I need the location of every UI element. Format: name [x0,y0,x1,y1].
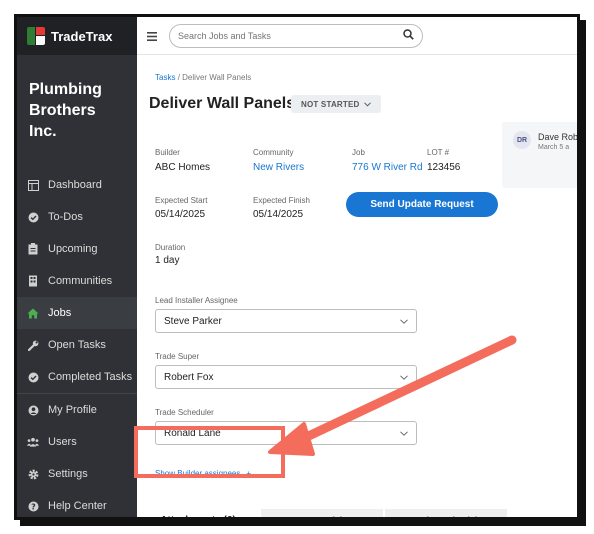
sidebar-item-label: Jobs [48,307,72,319]
sidebar-item-label: Upcoming [48,243,98,255]
sidebar-item-label: Settings [48,468,88,480]
svg-text:?: ? [31,502,36,511]
page-title: Deliver Wall Panels [149,95,296,112]
expected-finish-label: Expected Finish [253,196,310,205]
builder-label: Builder [155,148,180,157]
expected-start-label: Expected Start [155,196,208,205]
sidebar-item-label: Users [48,436,77,448]
sidebar-item-communities[interactable]: Communities [17,265,137,297]
sidebar-item-help-center[interactable]: ? Help Center [17,490,137,517]
sidebar-item-label: Help Center [48,500,107,512]
top-bar [137,17,577,55]
sidebar-item-dashboard[interactable]: Dashboard [17,169,137,201]
sidebar-item-my-profile[interactable]: My Profile [17,394,137,426]
app-window: TradeTrax Plumbing Brothers Inc. Dashboa… [14,14,580,520]
task-tabs: Attachments (6) Notes (1) Sub-Tasks (0) [137,509,509,517]
sidebar-item-label: Open Tasks [48,339,106,351]
builder-value: ABC Homes [155,162,211,173]
tab-attachments[interactable]: Attachments (6) [137,509,259,517]
check-circle-icon [27,371,39,383]
breadcrumb-separator: / [177,73,180,82]
tab-sub-tasks[interactable]: Sub-Tasks (0) [385,509,507,517]
trade-super-value: Robert Fox [164,371,214,383]
sidebar-item-upcoming[interactable]: Upcoming [17,233,137,265]
lot-value: 123456 [427,162,461,173]
activity-author: Dave Rob [538,132,579,142]
status-dropdown[interactable]: NOT STARTED [291,95,381,113]
status-label: NOT STARTED [301,99,360,109]
duration-label: Duration [155,243,186,252]
breadcrumb-current: Deliver Wall Panels [182,73,252,82]
expected-finish-value: 05/14/2025 [253,209,304,220]
sidebar-item-todos[interactable]: To-Dos [17,201,137,233]
trade-scheduler-label: Trade Scheduler [155,408,214,417]
sidebar-item-jobs[interactable]: Jobs [17,297,137,329]
user-icon [27,404,39,416]
breadcrumb: Tasks / Deliver Wall Panels [155,73,251,82]
send-update-request-button[interactable]: Send Update Request [346,192,498,217]
users-icon [27,436,39,448]
sidebar-item-label: Completed Tasks [48,371,133,383]
app-name: TradeTrax [51,28,113,44]
help-icon: ? [27,500,39,512]
search-box [169,23,423,48]
hamburger-menu-icon[interactable] [147,28,157,44]
sidebar-item-label: Dashboard [48,179,102,191]
avatar: DR [513,131,531,149]
chevron-down-icon [363,100,371,109]
dashboard-icon [27,179,39,191]
chevron-down-icon [400,372,408,382]
sidebar-item-users[interactable]: Users [17,426,137,458]
search-icon[interactable] [403,28,414,43]
wrench-icon [27,339,39,351]
sidebar-item-label: Communities [48,275,113,287]
job-link[interactable]: 776 W River Rd [352,162,423,173]
sidebar: TradeTrax Plumbing Brothers Inc. Dashboa… [17,17,137,517]
home-icon [27,307,39,319]
lead-installer-select[interactable]: Steve Parker [155,309,417,333]
chevron-down-icon [400,316,408,326]
building-icon [27,275,39,287]
lot-label: LOT # [427,148,450,157]
chevron-down-icon [400,428,408,438]
sidebar-item-label: My Profile [48,404,97,416]
lead-installer-label: Lead Installer Assignee [155,296,238,305]
trade-super-label: Trade Super [155,352,200,361]
community-link[interactable]: New Rivers [253,162,304,173]
breadcrumb-tasks-link[interactable]: Tasks [155,73,175,82]
duration-value: 1 day [155,255,180,266]
sidebar-item-label: To-Dos [48,211,83,223]
community-label: Community [253,148,294,157]
tab-notes[interactable]: Notes (1) [261,509,383,517]
sidebar-header: TradeTrax [17,17,137,55]
company-name: Plumbing Brothers Inc. [29,81,102,140]
search-input[interactable] [178,30,378,41]
job-label: Job [352,148,365,157]
activity-date: March 5 a [538,144,570,151]
check-circle-icon [27,211,39,223]
tradetrax-logo-icon [27,27,45,45]
activity-card: DR Dave Rob March 5 a [502,122,579,188]
expected-start-value: 05/14/2025 [155,209,206,220]
sidebar-item-settings[interactable]: Settings [17,458,137,490]
lead-installer-value: Steve Parker [164,315,222,327]
trade-super-select[interactable]: Robert Fox [155,365,417,389]
clipboard-icon [27,243,39,255]
sidebar-item-open-tasks[interactable]: Open Tasks [17,329,137,361]
sidebar-item-completed-tasks[interactable]: Completed Tasks [17,361,137,393]
gear-icon [27,468,39,480]
annotation-highlight-box [134,426,285,478]
